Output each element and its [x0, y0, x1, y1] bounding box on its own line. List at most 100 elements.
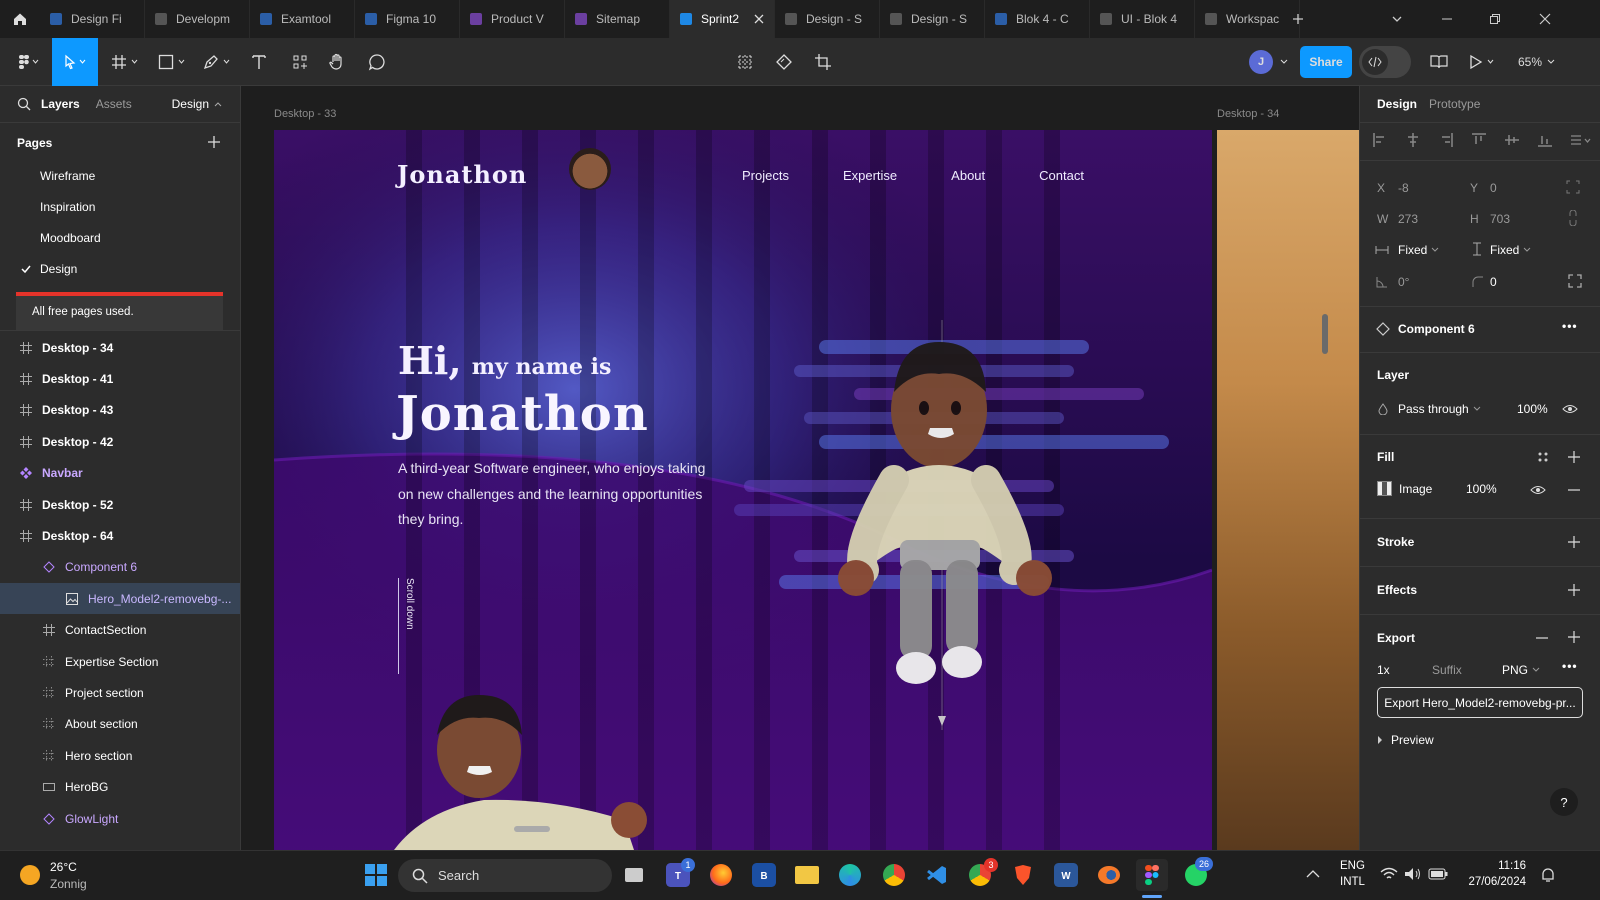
tab-assets[interactable]: Assets: [96, 97, 132, 111]
dev-mode-toggle[interactable]: [1359, 46, 1411, 78]
chrome-icon[interactable]: [878, 859, 910, 891]
minus-icon[interactable]: [1568, 489, 1580, 491]
minus-icon[interactable]: [1536, 637, 1548, 639]
brave-icon[interactable]: [1007, 859, 1039, 891]
help-button[interactable]: ?: [1550, 788, 1578, 816]
user-avatar-button[interactable]: J: [1244, 38, 1294, 86]
align-center-h-icon[interactable]: [1405, 132, 1421, 148]
nav-link-contact[interactable]: Contact: [1039, 168, 1084, 183]
new-tab-button[interactable]: [1278, 0, 1318, 38]
browser-tab[interactable]: Developm: [145, 0, 250, 38]
corner-radius-input[interactable]: 0: [1490, 275, 1497, 289]
browser-tab[interactable]: Design Fi: [40, 0, 145, 38]
rotation-input[interactable]: 0°: [1398, 275, 1409, 289]
edge-icon[interactable]: [834, 859, 866, 891]
blend-mode-select[interactable]: Pass through: [1398, 402, 1481, 416]
more-options-icon[interactable]: •••: [1562, 319, 1578, 333]
align-right-icon[interactable]: [1438, 132, 1454, 148]
browser-tab[interactable]: Figma 10: [355, 0, 460, 38]
horizontal-sizing-select[interactable]: Fixed: [1398, 243, 1439, 257]
page-item[interactable]: Moodboard: [0, 222, 240, 253]
logo-text[interactable]: Jonathon: [397, 160, 527, 189]
text-tool-button[interactable]: [246, 38, 272, 86]
layer-item[interactable]: Desktop - 43: [0, 395, 240, 426]
layer-item[interactable]: Navbar: [0, 458, 240, 489]
desktop-frame[interactable]: Jonathon Projects Expertise About Contact H…: [274, 130, 1212, 850]
second-frame-preview[interactable]: [1217, 130, 1359, 850]
export-button[interactable]: Export Hero_Model2-removebg-pr...: [1377, 687, 1583, 718]
nav-link-projects[interactable]: Projects: [742, 168, 789, 183]
layer-item[interactable]: Desktop - 41: [0, 363, 240, 394]
layer-item[interactable]: Desktop - 52: [0, 489, 240, 520]
independent-corners-icon[interactable]: [1568, 274, 1582, 288]
move-tool-button[interactable]: [52, 38, 98, 86]
battery-icon[interactable]: [1428, 868, 1448, 880]
minimize-button[interactable]: [1424, 0, 1470, 38]
firefox-icon[interactable]: [705, 859, 737, 891]
add-page-button[interactable]: [208, 136, 220, 148]
close-window-button[interactable]: [1522, 0, 1568, 38]
distribute-icon[interactable]: [1570, 132, 1592, 148]
hand-tool-button[interactable]: [324, 38, 350, 86]
bookmark-b-icon[interactable]: B: [752, 863, 776, 887]
main-menu-button[interactable]: [10, 38, 46, 86]
vertical-sizing-select[interactable]: Fixed: [1490, 243, 1531, 257]
plus-icon[interactable]: [1568, 631, 1580, 643]
canvas[interactable]: Desktop - 33 Desktop - 34 Jonathon Proje…: [241, 86, 1359, 850]
weather-temp[interactable]: 26°C: [50, 860, 77, 874]
maximize-button[interactable]: [1472, 0, 1518, 38]
browser-tab[interactable]: Blok 4 - C: [985, 0, 1090, 38]
preview-toggle[interactable]: Preview: [1377, 733, 1434, 747]
component-grid-button[interactable]: [732, 38, 758, 86]
blender-icon[interactable]: [1093, 859, 1125, 891]
page-item[interactable]: Inspiration: [0, 191, 240, 222]
export-options-icon[interactable]: •••: [1562, 659, 1578, 673]
h-input[interactable]: 703: [1490, 212, 1560, 226]
styles-grid-icon[interactable]: [1537, 451, 1549, 463]
figma-icon[interactable]: [1136, 859, 1168, 891]
layer-item[interactable]: HeroBG: [0, 772, 240, 803]
eye-icon[interactable]: [1562, 403, 1578, 415]
browser-tab[interactable]: Sitemap: [565, 0, 670, 38]
pen-tool-button[interactable]: [200, 38, 236, 86]
nav-link-expertise[interactable]: Expertise: [843, 168, 897, 183]
page-item[interactable]: Design: [0, 253, 240, 284]
layer-item[interactable]: ContactSection: [0, 615, 240, 646]
crop-button[interactable]: [810, 38, 836, 86]
present-button[interactable]: [1464, 38, 1502, 86]
tabs-dropdown-button[interactable]: [1374, 0, 1420, 38]
layer-item[interactable]: About section: [0, 709, 240, 740]
home-button[interactable]: [0, 0, 40, 38]
layer-item[interactable]: Hero_Model2-removebg-...: [0, 583, 240, 615]
weather-label[interactable]: Zonnig: [50, 877, 87, 891]
layer-item[interactable]: Component 6: [0, 552, 240, 583]
browser-tab[interactable]: Design - S: [880, 0, 985, 38]
zoom-menu[interactable]: 65%: [1512, 38, 1562, 86]
align-bottom-icon[interactable]: [1537, 132, 1553, 148]
fill-type[interactable]: Image: [1399, 482, 1432, 496]
eye-icon[interactable]: [1530, 484, 1546, 496]
vscode-icon[interactable]: [921, 859, 953, 891]
notification-bell-icon[interactable]: [1540, 867, 1556, 883]
start-button[interactable]: [360, 859, 392, 891]
keyboard-layout[interactable]: INTL: [1340, 876, 1365, 888]
comment-tool-button[interactable]: [364, 38, 390, 86]
frame-label[interactable]: Desktop - 34: [1217, 108, 1279, 120]
browser-tab[interactable]: UI - Blok 4: [1090, 0, 1195, 38]
volume-icon[interactable]: [1404, 867, 1422, 881]
wifi-icon[interactable]: [1380, 867, 1398, 881]
clock-time[interactable]: 11:16: [1470, 860, 1526, 872]
taskbar-search[interactable]: Search: [398, 859, 612, 892]
export-scale[interactable]: 1x: [1377, 663, 1390, 677]
y-input[interactable]: 0: [1490, 181, 1560, 195]
x-input[interactable]: -8: [1398, 181, 1468, 195]
image-fill-swatch[interactable]: [1377, 481, 1392, 496]
close-tab-icon[interactable]: [754, 14, 764, 24]
export-suffix-input[interactable]: Suffix: [1432, 663, 1462, 677]
search-icon[interactable]: [17, 97, 31, 111]
layer-item[interactable]: GlowLight: [0, 803, 240, 834]
language-code[interactable]: ENG: [1340, 860, 1365, 872]
constraints-icon[interactable]: [1566, 180, 1580, 194]
scroll-down-label[interactable]: Scroll down: [404, 578, 415, 630]
frame-label[interactable]: Desktop - 33: [274, 108, 336, 120]
